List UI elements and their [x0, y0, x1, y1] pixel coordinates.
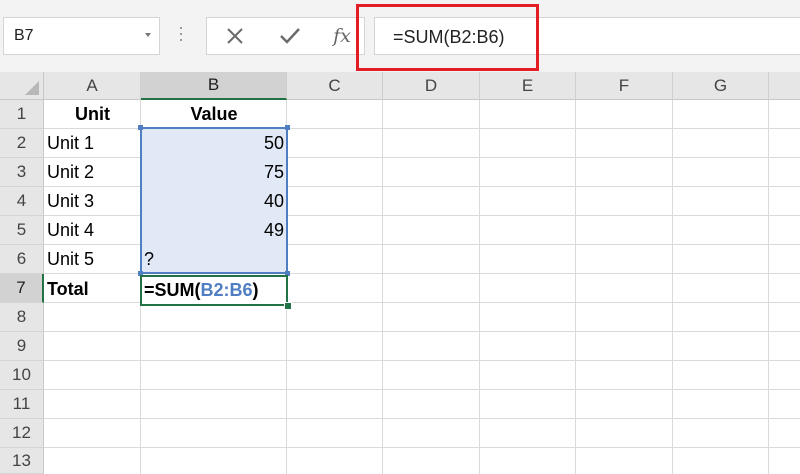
row-header-9[interactable]: 9 [0, 332, 44, 361]
cell-b1[interactable]: Value [141, 100, 287, 129]
edit-range-reference: B2:B6 [200, 280, 253, 300]
column-header-g[interactable]: G [673, 72, 769, 100]
row-header-3[interactable]: 3 [0, 158, 44, 187]
formula-controls: fx [206, 17, 365, 55]
fill-handle[interactable] [284, 302, 292, 310]
row-header-10[interactable]: 10 [0, 361, 44, 390]
cell-a6[interactable]: Unit 5 [44, 245, 141, 274]
column-header-h[interactable] [769, 72, 800, 100]
row-header-7[interactable]: 7 [0, 274, 44, 303]
chevron-down-icon[interactable] [145, 33, 151, 37]
row-header-1[interactable]: 1 [0, 100, 44, 129]
row-header-4[interactable]: 4 [0, 187, 44, 216]
cell-a1[interactable]: Unit [44, 100, 141, 129]
edit-formula-prefix: =SUM( [144, 280, 201, 300]
select-all-icon [25, 81, 39, 95]
checkmark-icon[interactable] [273, 18, 307, 54]
name-box-value: B7 [14, 27, 34, 44]
cell-b2[interactable]: 50 [141, 129, 287, 158]
close-icon[interactable] [219, 18, 251, 54]
formula-bar-area: B7 fx =SUM(B2:B6) [0, 0, 800, 72]
cell-b5[interactable]: 49 [141, 216, 287, 245]
function-icon: fx [333, 25, 351, 47]
row-header-6[interactable]: 6 [0, 245, 44, 274]
column-header-c[interactable]: C [287, 72, 383, 100]
cell-a2[interactable]: Unit 1 [44, 129, 141, 158]
row-header-5[interactable]: 5 [0, 216, 44, 245]
column-header-b[interactable]: B [141, 72, 287, 100]
select-all-button[interactable] [0, 72, 44, 100]
cell-b4[interactable]: 40 [141, 187, 287, 216]
formula-highlight-box [356, 4, 539, 71]
cell-a5[interactable]: Unit 4 [44, 216, 141, 245]
name-box[interactable]: B7 [3, 17, 160, 55]
row-header-12[interactable]: 12 [0, 419, 44, 448]
cell-b3[interactable]: 75 [141, 158, 287, 187]
column-header-a[interactable]: A [44, 72, 141, 100]
cell-b6[interactable]: ? [141, 245, 287, 274]
column-header-f[interactable]: F [576, 72, 673, 100]
insert-function-button[interactable]: fx [327, 18, 357, 54]
column-header-e[interactable]: E [480, 72, 576, 100]
edit-formula-suffix: ) [252, 280, 259, 300]
cell-b7-edit[interactable]: =SUM(B2:B6) [144, 275, 259, 306]
drag-handle-icon[interactable] [180, 27, 183, 45]
row-header-8[interactable]: 8 [0, 303, 44, 332]
column-header-d[interactable]: D [383, 72, 480, 100]
cell-a4[interactable]: Unit 3 [44, 187, 141, 216]
row-header-2[interactable]: 2 [0, 129, 44, 158]
cell-a3[interactable]: Unit 2 [44, 158, 141, 187]
row-header-11[interactable]: 11 [0, 390, 44, 419]
cell-a7[interactable]: Total [44, 275, 141, 304]
row-header-13[interactable]: 13 [0, 448, 44, 474]
